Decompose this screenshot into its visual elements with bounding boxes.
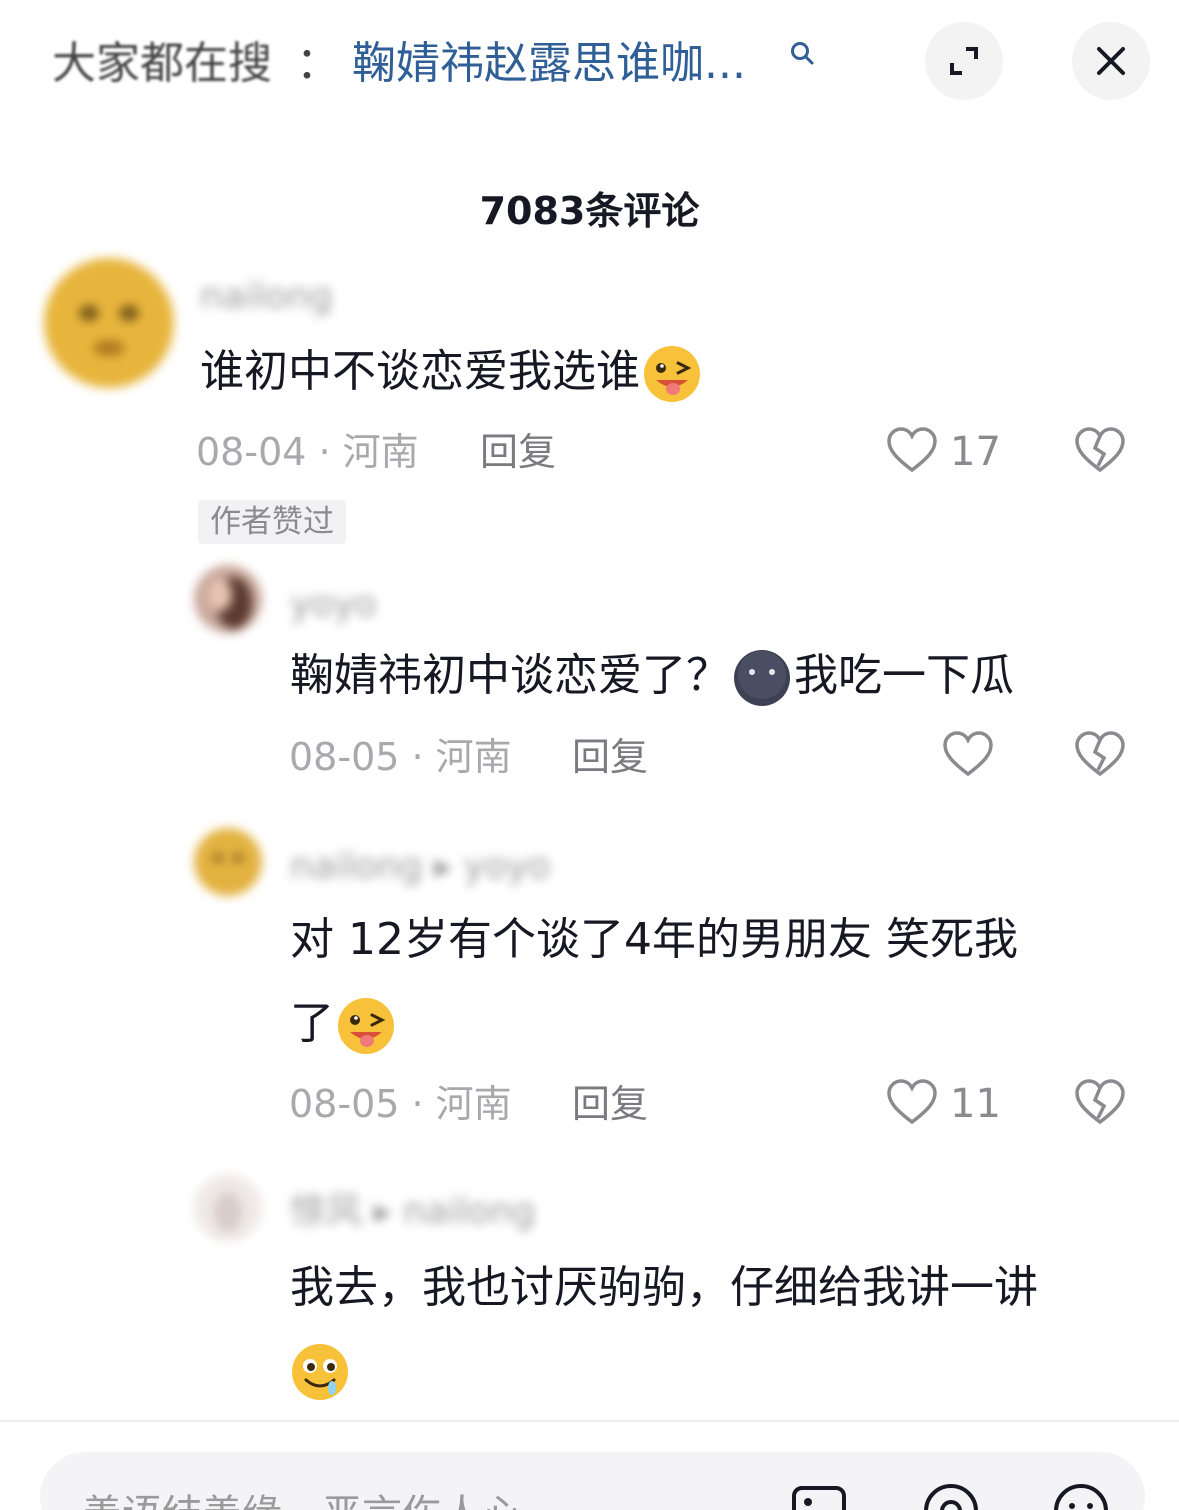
avatar[interactable] xyxy=(194,828,262,896)
reply-button[interactable]: 回复 xyxy=(480,428,556,476)
comment-text-body: 谁初中不谈恋爱我选谁 xyxy=(200,346,640,397)
comment-text-body: 鞠婧祎初中谈恋爱了？ xyxy=(290,650,730,701)
dark-face-emoji-icon xyxy=(734,650,790,706)
comment-input-bar[interactable]: 善语结善缘，恶言伤人心 xyxy=(40,1452,1145,1510)
close-button[interactable] xyxy=(1072,22,1150,100)
comment-username[interactable]: yoyo xyxy=(290,583,377,627)
close-icon xyxy=(1097,47,1125,75)
comment-text: 鞠婧祎初中谈恋爱了？ 我吃一下瓜 xyxy=(290,634,1014,718)
comments-panel: 大家都在搜 ： 鞠婧祎赵露思谁咖... 7083条评论 nailong 谁初中不… xyxy=(0,0,1179,1510)
comment-date-location: 08-04 · 河南 xyxy=(196,430,419,474)
comment-text: 谁初中不谈恋爱我选谁 xyxy=(200,330,704,414)
comment-text-body: 了 xyxy=(290,998,334,1049)
comment-date-location: 08-05 · 河南 xyxy=(289,1082,512,1126)
comment-text-line2: 了 xyxy=(290,982,398,1066)
broken-heart-icon[interactable] xyxy=(1074,730,1126,778)
comment-count-title: 7083条评论 xyxy=(479,189,700,233)
avatar[interactable] xyxy=(194,565,262,633)
at-icon[interactable] xyxy=(920,1480,982,1510)
comment-date-location: 08-05 · 河南 xyxy=(289,735,512,779)
avatar[interactable] xyxy=(194,1174,262,1242)
comment-username[interactable]: nailong xyxy=(200,275,333,319)
reply-button[interactable]: 回复 xyxy=(572,733,648,781)
avatar[interactable] xyxy=(44,258,174,388)
broken-heart-icon[interactable] xyxy=(1074,1078,1126,1126)
comment-username[interactable]: nailong ▸ yoyo xyxy=(290,845,550,889)
comment-input-placeholder[interactable]: 善语结善缘，恶言伤人心 xyxy=(82,1482,522,1510)
reply-button[interactable]: 回复 xyxy=(572,1080,648,1128)
comment-username[interactable]: 惊风 ▸ nailong xyxy=(290,1190,536,1234)
expand-icon xyxy=(950,47,978,75)
heart-icon[interactable] xyxy=(942,730,994,778)
comment-text: 对 12岁有个谈了4年的男朋友 笑死我 xyxy=(290,914,1018,965)
wink-tongue-emoji-icon xyxy=(644,346,700,402)
heart-icon[interactable] xyxy=(886,426,938,474)
comment-text-line2 xyxy=(288,1328,352,1412)
like-count: 17 xyxy=(950,429,1001,475)
emoji-icon[interactable] xyxy=(1050,1480,1112,1510)
search-hint-colon: ： xyxy=(296,38,340,89)
heart-icon[interactable] xyxy=(886,1078,938,1126)
broken-heart-icon[interactable] xyxy=(1074,426,1126,474)
author-liked-badge: 作者赞过 xyxy=(198,500,346,544)
search-hint-label: 大家都在搜 xyxy=(52,38,272,89)
like-count: 11 xyxy=(950,1081,1001,1127)
expand-button[interactable] xyxy=(925,22,1003,100)
wink-tongue-emoji-icon xyxy=(338,998,394,1054)
comment-text-tail: 我吃一下瓜 xyxy=(794,650,1014,701)
drool-emoji-icon xyxy=(292,1344,348,1400)
image-icon[interactable] xyxy=(788,1480,850,1510)
search-icon[interactable] xyxy=(788,40,816,68)
divider xyxy=(0,1420,1179,1422)
search-suggestion-link[interactable]: 鞠婧祎赵露思谁咖... xyxy=(352,36,746,92)
comment-text: 我去，我也讨厌驹驹，仔细给我讲一讲 xyxy=(290,1262,1038,1313)
